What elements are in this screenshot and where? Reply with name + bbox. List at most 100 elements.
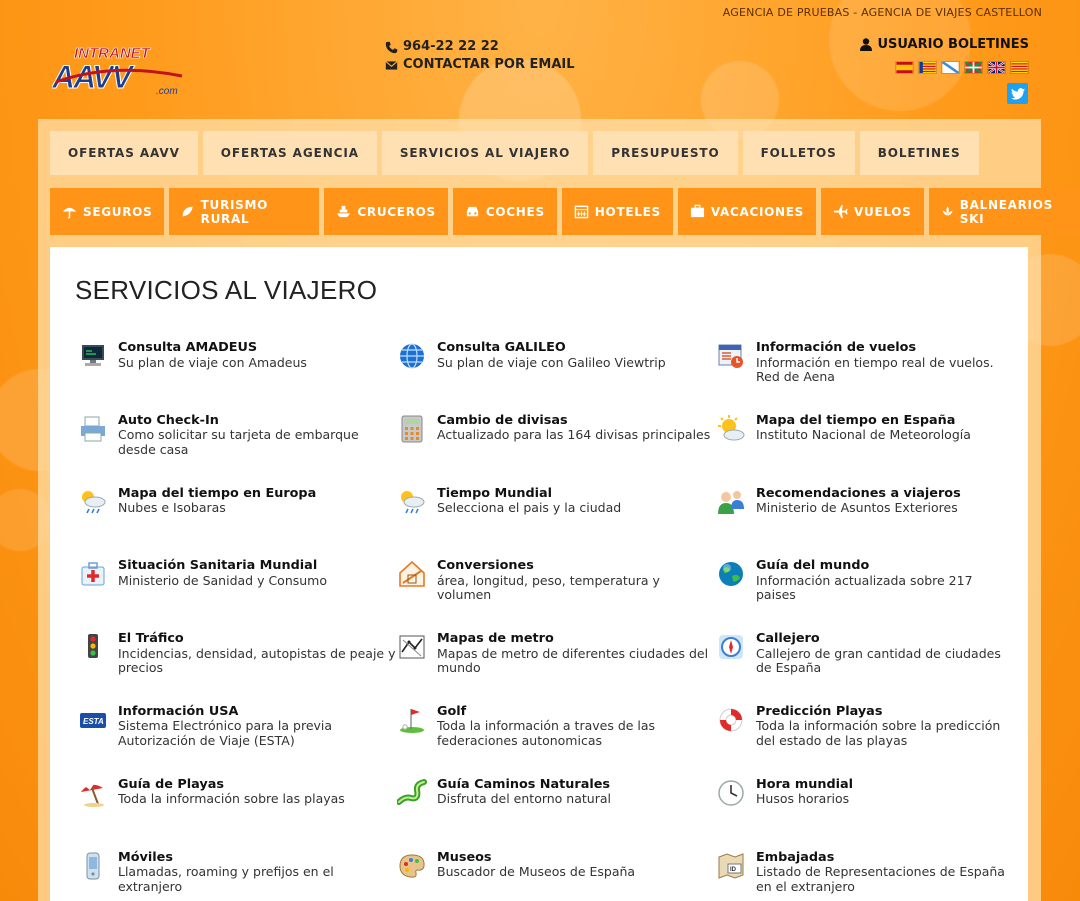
nav-vuelos-button[interactable]: VUELOS [821, 188, 924, 235]
computer-icon [82, 345, 104, 366]
service-description: Ministerio de Sanidad y Consumo [118, 572, 328, 588]
tab-folletos[interactable]: FOLLETOS [742, 131, 855, 175]
service-title[interactable]: Auto Check-In [118, 413, 397, 429]
service-text: Hora mundial Husos horarios [756, 777, 853, 807]
service-title[interactable]: Consulta GALILEO [437, 340, 666, 356]
service-title[interactable]: Callejero [756, 632, 1016, 647]
service-description: Callejero de gran cantidad de ciudades d… [756, 645, 1001, 676]
service-title[interactable]: Mapa del tiempo en España [756, 413, 971, 429]
phone-icon [385, 41, 398, 53]
service-text: Mapa del tiempo en España Instituto Nacio… [756, 413, 971, 443]
nav-seguros-button[interactable]: SEGUROS [50, 188, 165, 235]
uk-flag-icon[interactable] [987, 61, 1006, 74]
service-title[interactable]: Embajadas [756, 850, 1016, 866]
service-item-cambio-de-divisas[interactable]: Cambio de divisas Actualizado para las 16… [397, 413, 716, 487]
valencia-flag-icon[interactable] [918, 61, 937, 74]
service-item-tiempo-mundial[interactable]: Tiempo Mundial Selecciona el pais y la ci… [397, 486, 716, 560]
service-text: Guía de Playas Toda la información sobre … [118, 777, 345, 807]
service-description: Ministerio de Asuntos Exteriores [756, 500, 958, 516]
service-title[interactable]: Información de vuelos [756, 340, 1016, 356]
service-item-callejero[interactable]: Callejero Callejero de gran cantidad de c… [716, 632, 1016, 705]
service-item-embajadas[interactable]: ID Embajadas Listado de Representaciones d… [716, 850, 1016, 901]
sun-cloud-icon [718, 414, 745, 441]
spain-flag-icon[interactable] [895, 61, 914, 74]
email-contact-link[interactable]: CONTACTAR POR EMAIL [385, 56, 575, 74]
service-text: Mapa del tiempo en Europa Nubes e Isobara… [118, 486, 316, 516]
service-title[interactable]: Tiempo Mundial [437, 486, 621, 502]
service-item-museos[interactable]: Museos Buscador de Museos de España [397, 850, 716, 901]
service-item-mapa-del-tiempo-en-europa[interactable]: Mapa del tiempo en Europa Nubes e Isobara… [78, 486, 397, 560]
service-title[interactable]: Recomendaciones a viajeros [756, 486, 961, 502]
service-text: Conversiones área, longitud, peso, temper… [437, 559, 716, 603]
service-title[interactable]: Guía Caminos Naturales [437, 777, 611, 793]
service-item-guia-caminos-naturales[interactable]: Guía Caminos Naturales Disfruta del entor… [397, 777, 716, 851]
basque-flag-icon[interactable] [964, 61, 983, 74]
service-item-guia-de-playas[interactable]: Guía de Playas Toda la información sobre … [78, 777, 397, 851]
tab-ofertas-aavv[interactable]: OFERTAS AAVV [50, 131, 198, 175]
service-text: Guía del mundo Información actualizada so… [756, 559, 1016, 603]
service-item-golf[interactable]: Golf Toda la información a traves de las … [397, 704, 716, 778]
main-nav: OFERTAS AAVV OFERTAS AGENCIA SERVICIOS A… [50, 131, 979, 175]
service-title[interactable]: Guía del mundo [756, 559, 1016, 574]
service-item-guia-del-mundo[interactable]: Guía del mundo Información actualizada so… [716, 559, 1016, 632]
tab-servicios-viajero[interactable]: SERVICIOS AL VIAJERO [381, 131, 589, 175]
service-title[interactable]: Mapas de metro [437, 632, 716, 647]
service-title[interactable]: Mapa del tiempo en Europa [118, 486, 316, 502]
service-title[interactable]: Móviles [118, 850, 397, 866]
catalonia-flag-icon[interactable] [1010, 61, 1029, 74]
service-text: Situación Sanitaria Mundial Ministerio de… [118, 559, 327, 588]
service-title[interactable]: Información USA [118, 704, 397, 720]
service-item-el-trafico[interactable]: El Tráfico Incidencias, densidad, autopis… [78, 632, 397, 705]
tab-ofertas-agencia[interactable]: OFERTAS AGENCIA [202, 131, 377, 175]
service-item-moviles[interactable]: Móviles Llamadas, roaming y prefijos en e… [78, 850, 397, 901]
service-item-conversiones[interactable]: Conversiones área, longitud, peso, temper… [397, 559, 716, 632]
service-title[interactable]: Predicción Playas [756, 704, 1016, 720]
service-description: Toda la información a traves de las fede… [437, 718, 656, 748]
service-item-informacion-usa[interactable]: ESTA Información USA Sistema Electrónico p… [78, 704, 397, 778]
service-title[interactable]: Conversiones [437, 559, 716, 574]
twitter-icon[interactable] [1007, 83, 1028, 104]
service-item-informacion-de-vuelos[interactable]: Información de vuelos Información en tiem… [716, 340, 1016, 414]
service-title[interactable]: Guía de Playas [118, 777, 345, 793]
nav-hoteles-button[interactable]: HOTELES [561, 188, 673, 235]
envelope-icon [385, 60, 398, 70]
service-title[interactable]: Museos [437, 850, 635, 866]
service-description: Como solicitar su tarjeta de embarque de… [118, 427, 359, 457]
plane-icon [833, 204, 848, 219]
service-text: Recomendaciones a viajeros Ministerio de … [756, 486, 961, 516]
service-title[interactable]: Situación Sanitaria Mundial [118, 559, 327, 574]
service-item-mapa-del-tiempo-en-espana[interactable]: Mapa del tiempo en España Instituto Nacio… [716, 413, 1016, 487]
service-item-auto-check-in[interactable]: Auto Check-In Como solicitar su tarjeta d… [78, 413, 397, 487]
service-title[interactable]: Cambio de divisas [437, 413, 710, 429]
service-title[interactable]: Golf [437, 704, 716, 720]
nav-cruceros-button[interactable]: CRUCEROS [324, 188, 448, 235]
nav-balnearios-ski-button[interactable]: BALNEARIOS SKI [928, 188, 1080, 235]
service-description: Nubes e Isobaras [118, 500, 226, 516]
printer-icon [81, 416, 105, 442]
service-title[interactable]: Hora mundial [756, 777, 853, 793]
service-item-consulta-galileo[interactable]: Consulta GALILEO Su plan de viaje con Gal… [397, 340, 716, 414]
tab-presupuesto[interactable]: PRESUPUESTO [593, 131, 738, 175]
nav-coches-button[interactable]: COCHES [452, 188, 557, 235]
service-description: Su plan de viaje con Galileo Viewtrip [437, 354, 666, 370]
service-item-recomendaciones-a-viajeros[interactable]: Recomendaciones a viajeros Ministerio de … [716, 486, 1016, 560]
service-title[interactable]: Consulta AMADEUS [118, 340, 307, 356]
phone-link[interactable]: 964-22 22 22 [385, 38, 575, 56]
service-item-prediccion-playas[interactable]: Predicción Playas Toda la información sob… [716, 704, 1016, 778]
service-title[interactable]: El Tráfico [118, 632, 397, 647]
service-item-mapas-de-metro[interactable]: Mapas de metro Mapas de metro de diferent… [397, 632, 716, 705]
service-description: Listado de Representaciones de España en… [756, 864, 1005, 894]
nav-vacaciones-button[interactable]: VACACIONES [677, 188, 817, 235]
tab-boletines[interactable]: BOLETINES [859, 131, 979, 175]
service-description: Actualizado para las 164 divisas princip… [437, 427, 711, 443]
service-item-hora-mundial[interactable]: Hora mundial Husos horarios [716, 777, 1016, 851]
intranet-aavv-logo[interactable]: INTRANET AAVV .com [51, 42, 192, 98]
nav-turismo-rural-button[interactable]: TURISMO RURAL [169, 188, 320, 235]
service-item-situacion-sanitaria-mundial[interactable]: Situación Sanitaria Mundial Ministerio de… [78, 559, 397, 632]
galicia-flag-icon[interactable] [941, 61, 960, 74]
service-text: Móviles Llamadas, roaming y prefijos en e… [118, 850, 397, 895]
service-text: Consulta GALILEO Su plan de viaje con Gal… [437, 340, 666, 370]
svg-text:ID: ID [730, 867, 737, 873]
service-item-consulta-amadeus[interactable]: Consulta AMADEUS Su plan de viaje con Ama… [78, 340, 397, 414]
user-menu[interactable]: USUARIO BOLETINES [860, 37, 1029, 52]
